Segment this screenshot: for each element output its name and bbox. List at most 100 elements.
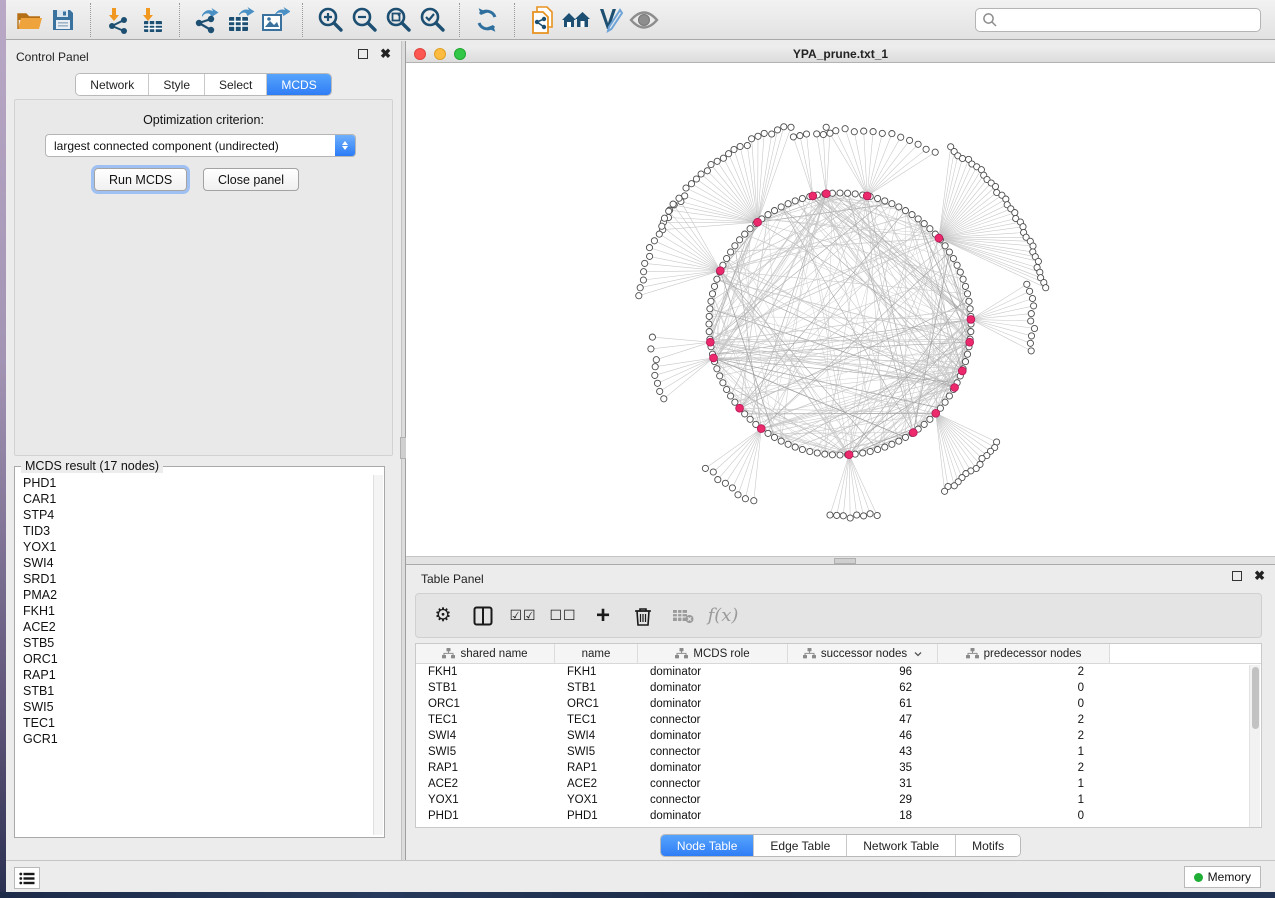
cell-name[interactable]: RAP1 <box>555 760 638 776</box>
run-mcds-button[interactable]: Run MCDS <box>94 168 187 191</box>
cell-successor-nodes[interactable]: 61 <box>788 696 938 712</box>
mcds-result-item[interactable]: SWI4 <box>16 555 374 571</box>
column-header-shared-name[interactable]: shared name <box>416 644 555 663</box>
add-column-icon[interactable]: + <box>588 601 618 631</box>
dominator-node[interactable] <box>736 404 744 412</box>
dominator-node[interactable] <box>909 429 917 437</box>
cell-name[interactable]: SWI5 <box>555 744 638 760</box>
tab-motifs[interactable]: Motifs <box>955 835 1020 856</box>
export-image-icon[interactable] <box>258 4 292 36</box>
cell-MCDS-role[interactable]: dominator <box>638 760 788 776</box>
tab-select[interactable]: Select <box>204 74 266 95</box>
delete-table-icon[interactable] <box>668 601 698 631</box>
cell-name[interactable]: SWI4 <box>555 728 638 744</box>
refresh-icon[interactable] <box>470 4 504 36</box>
cell-name[interactable]: PHD1 <box>555 808 638 824</box>
table-scrollbar[interactable] <box>1249 665 1260 827</box>
cell-name[interactable]: ACE2 <box>555 776 638 792</box>
import-table-icon[interactable] <box>135 4 169 36</box>
zoom-out-icon[interactable] <box>347 4 381 36</box>
mcds-result-item[interactable]: FKH1 <box>16 603 374 619</box>
mcds-result-item[interactable]: ACE2 <box>16 619 374 635</box>
mcds-result-item[interactable]: TEC1 <box>16 715 374 731</box>
cell-shared-name[interactable]: STB1 <box>416 680 555 696</box>
dominator-node[interactable] <box>706 338 714 346</box>
horizontal-splitter-handle[interactable] <box>834 558 856 564</box>
cell-MCDS-role[interactable]: connector <box>638 744 788 760</box>
zoom-in-icon[interactable] <box>313 4 347 36</box>
cell-shared-name[interactable]: SWI4 <box>416 728 555 744</box>
mcds-result-item[interactable]: PHD1 <box>16 475 374 491</box>
cell-shared-name[interactable]: PHD1 <box>416 808 555 824</box>
column-header-name[interactable]: name <box>555 644 638 663</box>
tab-mcds[interactable]: MCDS <box>266 74 330 95</box>
cell-MCDS-role[interactable]: dominator <box>638 808 788 824</box>
network-document-icon[interactable] <box>525 4 559 36</box>
zoom-fit-icon[interactable] <box>381 4 415 36</box>
close-panel-button[interactable]: Close panel <box>203 168 299 191</box>
dominator-node[interactable] <box>863 192 871 200</box>
import-network-icon[interactable] <box>101 4 135 36</box>
cell-MCDS-role[interactable]: dominator <box>638 680 788 696</box>
home-pages-icon[interactable] <box>559 4 593 36</box>
save-session-icon[interactable] <box>46 4 80 36</box>
mcds-result-item[interactable]: CAR1 <box>16 491 374 507</box>
cell-successor-nodes[interactable]: 46 <box>788 728 938 744</box>
cell-successor-nodes[interactable]: 47 <box>788 712 938 728</box>
mcds-result-item[interactable]: PMA2 <box>16 587 374 603</box>
cell-name[interactable]: FKH1 <box>555 664 638 680</box>
zoom-selected-icon[interactable] <box>415 4 449 36</box>
cell-name[interactable]: TEC1 <box>555 712 638 728</box>
delete-column-trash-icon[interactable] <box>628 601 658 631</box>
mcds-result-item[interactable]: STB5 <box>16 635 374 651</box>
tab-style[interactable]: Style <box>148 74 204 95</box>
cell-shared-name[interactable]: RAP1 <box>416 760 555 776</box>
network-view-canvas[interactable] <box>406 63 1275 556</box>
mcds-result-item[interactable]: GCR1 <box>16 731 374 747</box>
mcds-result-item[interactable]: SRD1 <box>16 571 374 587</box>
cell-successor-nodes[interactable]: 29 <box>788 792 938 808</box>
cell-shared-name[interactable]: ACE2 <box>416 776 555 792</box>
cell-shared-name[interactable]: SWI5 <box>416 744 555 760</box>
open-session-icon[interactable] <box>12 4 46 36</box>
cell-MCDS-role[interactable]: connector <box>638 712 788 728</box>
cell-predecessor-nodes[interactable]: 1 <box>938 776 1110 792</box>
deselect-all-columns-icon[interactable]: ☐☐ <box>548 601 578 631</box>
cell-MCDS-role[interactable]: connector <box>638 776 788 792</box>
mcds-result-item[interactable]: STP4 <box>16 507 374 523</box>
optimization-criterion-select[interactable]: largest connected component (undirected) <box>45 134 356 157</box>
dominator-node[interactable] <box>958 367 966 375</box>
cell-name[interactable]: YOX1 <box>555 792 638 808</box>
dominator-node[interactable] <box>809 192 817 200</box>
mcds-result-item[interactable]: TID3 <box>16 523 374 539</box>
cell-shared-name[interactable]: ORC1 <box>416 696 555 712</box>
tab-network[interactable]: Network <box>76 74 148 95</box>
cell-MCDS-role[interactable]: connector <box>638 792 788 808</box>
cell-predecessor-nodes[interactable]: 1 <box>938 744 1110 760</box>
cell-predecessor-nodes[interactable]: 2 <box>938 712 1110 728</box>
cell-successor-nodes[interactable]: 43 <box>788 744 938 760</box>
cell-shared-name[interactable]: YOX1 <box>416 792 555 808</box>
cell-predecessor-nodes[interactable]: 2 <box>938 760 1110 776</box>
cell-shared-name[interactable]: TEC1 <box>416 712 555 728</box>
close-panel-icon[interactable]: ✖ <box>380 49 391 59</box>
cell-successor-nodes[interactable]: 62 <box>788 680 938 696</box>
dominator-node[interactable] <box>716 267 724 275</box>
tab-edge-table[interactable]: Edge Table <box>753 835 846 856</box>
horizontal-splitter[interactable] <box>406 556 1275 565</box>
close-panel-icon[interactable]: ✖ <box>1254 571 1265 581</box>
dominator-node[interactable] <box>966 338 974 346</box>
task-history-list-button[interactable] <box>14 867 40 889</box>
cell-successor-nodes[interactable]: 35 <box>788 760 938 776</box>
cell-name[interactable]: STB1 <box>555 680 638 696</box>
mcds-result-item[interactable]: ORC1 <box>16 651 374 667</box>
table-settings-gear-icon[interactable]: ⚙ <box>428 601 458 631</box>
column-header-MCDS-role[interactable]: MCDS role <box>638 644 788 663</box>
dominator-node[interactable] <box>822 190 830 198</box>
search-input[interactable] <box>975 8 1261 32</box>
dominator-node[interactable] <box>967 316 975 324</box>
column-header-successor-nodes[interactable]: successor nodes <box>788 644 938 663</box>
float-panel-icon[interactable] <box>358 49 368 59</box>
table-scrollbar-thumb[interactable] <box>1252 667 1259 729</box>
show-hide-eye-icon[interactable] <box>627 4 661 36</box>
